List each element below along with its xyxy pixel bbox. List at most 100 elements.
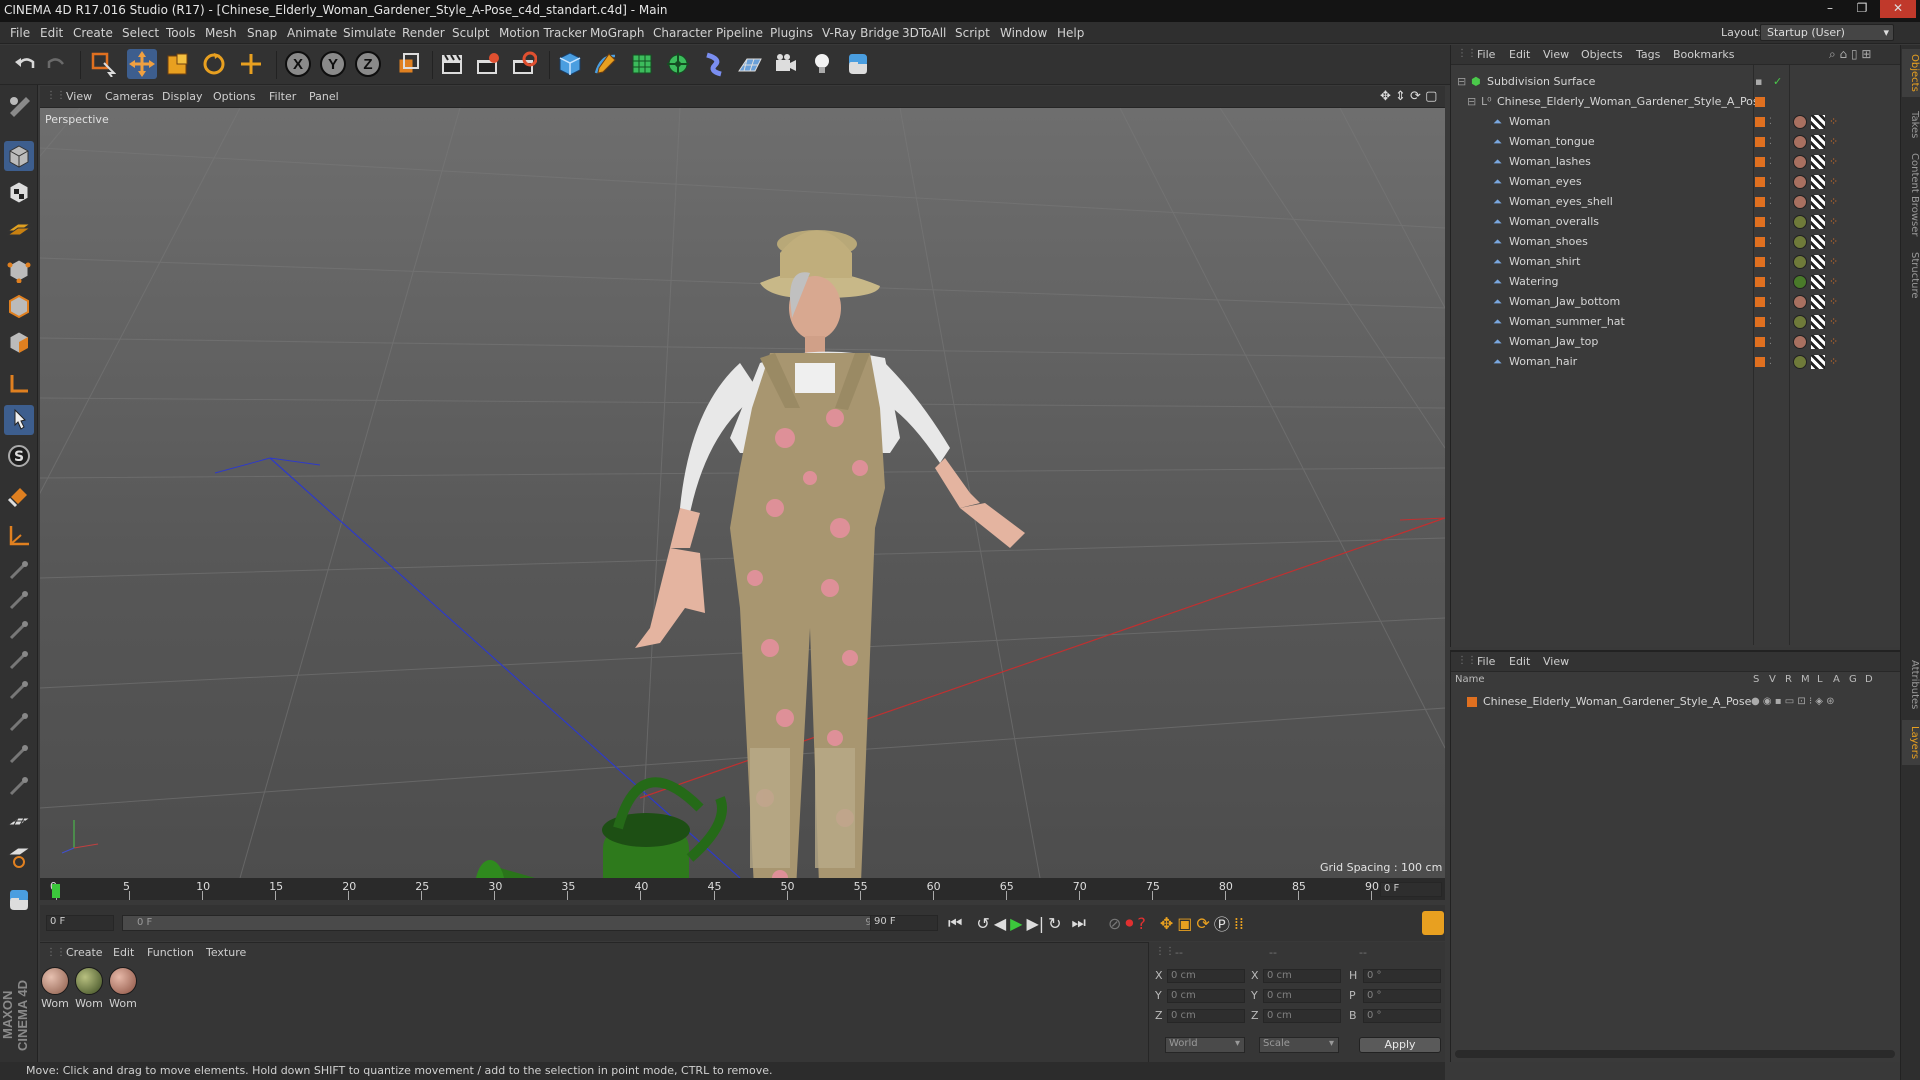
close-button[interactable]: ✕: [1880, 0, 1916, 18]
add-spline-button[interactable]: [591, 49, 621, 79]
layer-color-swatch[interactable]: [1755, 317, 1765, 327]
z-axis-lock-button[interactable]: Z: [353, 49, 383, 79]
viewport-menu-view[interactable]: View: [66, 90, 92, 103]
collapse-icon[interactable]: ⊟: [1467, 92, 1476, 112]
material-tag-icon[interactable]: [1793, 215, 1807, 229]
menu-select[interactable]: Select: [122, 22, 159, 44]
objects-menu-edit[interactable]: Edit: [1509, 48, 1530, 61]
previous-frame-button[interactable]: ◀: [994, 914, 1006, 933]
selection-tag-icon[interactable]: ⁘: [1829, 152, 1838, 172]
visibility-dots-icon[interactable]: ⁚: [1769, 332, 1772, 352]
menu-create[interactable]: Create: [73, 22, 113, 44]
menu-mograph[interactable]: MoGraph: [590, 22, 645, 44]
layer-color-swatch[interactable]: [1755, 277, 1765, 287]
material-tag-icon[interactable]: [1793, 155, 1807, 169]
key-pla-button[interactable]: ⁞⁞: [1234, 914, 1244, 933]
material-tag-icon[interactable]: [1793, 335, 1807, 349]
menu-animate[interactable]: Animate: [287, 22, 337, 44]
sculpt-tool-5[interactable]: [4, 675, 34, 705]
rotation-p-field[interactable]: 0 °: [1363, 989, 1441, 1003]
selection-tag-icon[interactable]: ⁘: [1829, 192, 1838, 212]
move-tool-button[interactable]: [127, 49, 157, 79]
layer-color-swatch[interactable]: [1755, 337, 1765, 347]
menu-file[interactable]: File: [10, 22, 30, 44]
layer-color-swatch[interactable]: [1755, 297, 1765, 307]
material-tag-icon[interactable]: [1793, 235, 1807, 249]
visibility-dots-icon[interactable]: ⁚: [1769, 112, 1772, 132]
rotate-tool-button[interactable]: [199, 49, 229, 79]
sculpt-tool-3[interactable]: [4, 615, 34, 645]
add-environment-button[interactable]: [735, 49, 765, 79]
go-to-end-button[interactable]: ⏭: [1072, 913, 1086, 933]
visibility-dots-icon[interactable]: ⁚: [1769, 252, 1772, 272]
object-row[interactable]: ⏶ Woman_shoes ⁚ ⁘: [1451, 232, 1900, 252]
objects-menu-bookmarks[interactable]: Bookmarks: [1673, 48, 1734, 61]
tab-content-browser[interactable]: Content Browser: [1902, 150, 1920, 240]
render-view-button[interactable]: [437, 49, 467, 79]
rotation-b-field[interactable]: 0 °: [1363, 1009, 1441, 1023]
key-position-button[interactable]: ✥: [1160, 914, 1173, 933]
texture-tag-icon[interactable]: [1811, 255, 1825, 269]
objects-menu-objects[interactable]: Objects: [1581, 48, 1623, 61]
menu-3dtoall[interactable]: 3DToAll: [902, 22, 946, 44]
minimize-button[interactable]: –: [1816, 0, 1844, 18]
selection-tag-icon[interactable]: ⁘: [1829, 332, 1838, 352]
texture-tag-icon[interactable]: [1811, 275, 1825, 289]
selection-tag-icon[interactable]: ⁘: [1829, 212, 1838, 232]
objects-menu-tags[interactable]: Tags: [1636, 48, 1660, 61]
material-tag-icon[interactable]: [1793, 255, 1807, 269]
material-menu-function[interactable]: Function: [147, 946, 194, 959]
texture-tag-icon[interactable]: [1811, 215, 1825, 229]
apply-button[interactable]: Apply: [1359, 1037, 1441, 1053]
object-row[interactable]: ⏶ Woman_tongue ⁚ ⁘: [1451, 132, 1900, 152]
texture-tag-icon[interactable]: [1811, 315, 1825, 329]
selection-tag-icon[interactable]: ⁘: [1829, 132, 1838, 152]
material-tag-icon[interactable]: [1793, 315, 1807, 329]
search-icon[interactable]: ⌕ ⌂ ▯ ⊞: [1829, 47, 1871, 62]
material-menu-texture[interactable]: Texture: [206, 946, 246, 959]
menu-motion-tracker[interactable]: Motion Tracker: [499, 22, 587, 44]
viewport-menu-cameras[interactable]: Cameras: [105, 90, 154, 103]
layer-color-swatch[interactable]: [1755, 97, 1765, 107]
tab-attributes[interactable]: Attributes: [1902, 655, 1920, 715]
go-to-start-button[interactable]: ⏮: [948, 913, 962, 933]
selection-tag-icon[interactable]: ⁘: [1829, 232, 1838, 252]
selection-tag-icon[interactable]: ⁘: [1829, 172, 1838, 192]
sculpt-tool-2[interactable]: [4, 585, 34, 615]
key-scale-button[interactable]: ▣: [1177, 914, 1192, 933]
texture-tag-icon[interactable]: [1811, 295, 1825, 309]
texture-tag-icon[interactable]: [1811, 195, 1825, 209]
object-row[interactable]: ⏶ Woman ⁚ ⁘: [1451, 112, 1900, 132]
python-button[interactable]: [843, 49, 873, 79]
position-y-field[interactable]: 0 cm: [1167, 989, 1245, 1003]
size-mode-select[interactable]: Scale ▾: [1259, 1037, 1339, 1053]
magnet-button[interactable]: [4, 481, 34, 511]
texture-tag-icon[interactable]: [1811, 355, 1825, 369]
visibility-dots-icon[interactable]: ⁚: [1769, 312, 1772, 332]
size-y-field[interactable]: 0 cm: [1263, 989, 1341, 1003]
live-selection-button[interactable]: [88, 49, 118, 79]
sculpt-tool-6[interactable]: [4, 707, 34, 737]
material-tag-icon[interactable]: [1793, 115, 1807, 129]
snap-button[interactable]: S: [4, 441, 34, 471]
points-mode-button[interactable]: [4, 255, 34, 285]
visibility-dots-icon[interactable]: ⁚: [1769, 172, 1772, 192]
add-nurbs-button[interactable]: [627, 49, 657, 79]
viewport-menu-display[interactable]: Display: [162, 90, 203, 103]
layer-color-swatch[interactable]: [1755, 197, 1765, 207]
selection-tag-icon[interactable]: ⁘: [1829, 312, 1838, 332]
object-row[interactable]: ⏶ Woman_hair ⁚ ⁘: [1451, 352, 1900, 372]
menu-vray-bridge[interactable]: V-Ray Bridge: [822, 22, 899, 44]
layer-color-swatch[interactable]: [1755, 117, 1765, 127]
sculpt-tool-1[interactable]: [4, 555, 34, 585]
tab-layers[interactable]: Layers: [1902, 720, 1920, 765]
menu-pipeline[interactable]: Pipeline: [716, 22, 763, 44]
current-frame-field[interactable]: 0 F: [1380, 882, 1442, 897]
playhead[interactable]: [52, 884, 60, 898]
workplane-axis-button[interactable]: [4, 521, 34, 551]
objects-menu-view[interactable]: View: [1543, 48, 1569, 61]
texture-tag-icon[interactable]: [1811, 175, 1825, 189]
layer-color-swatch[interactable]: [1467, 697, 1477, 707]
layer-color-swatch[interactable]: [1755, 217, 1765, 227]
collapse-icon[interactable]: ⊟: [1457, 72, 1466, 92]
